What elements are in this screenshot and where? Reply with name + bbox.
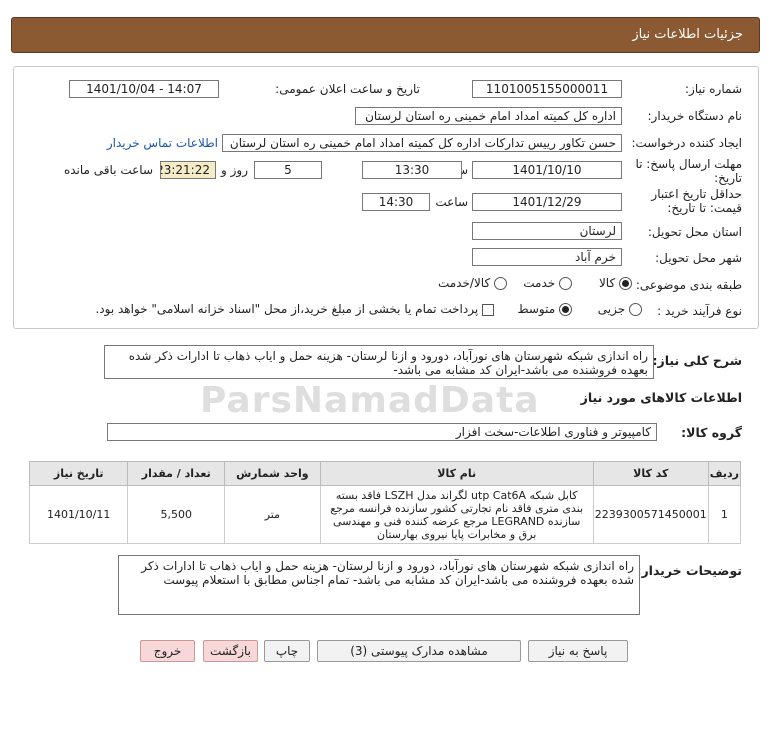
province-label: استان محل تحویل: (647, 225, 742, 239)
process-option-minor[interactable]: جزیی (598, 302, 642, 316)
buyer-contact-link[interactable]: اطلاعات تماس خریدار (107, 136, 218, 150)
creator-field: حسن تکاور رییس تدارکات اداره کل کمیته ام… (222, 134, 622, 152)
cell-unit: متر (224, 485, 321, 544)
creator-label: ایجاد کننده درخواست: (631, 136, 742, 150)
announce-field: 1401/10/04 - 14:07 (69, 80, 219, 98)
goods-section-title: اطلاعات کالاهای مورد نیاز (580, 390, 742, 405)
table-row: 1 2239300571450001 کابل شبکه utp Cat6A ل… (28, 485, 742, 544)
radio-selected-icon[interactable] (559, 303, 572, 316)
reply-deadline-label: مهلت ارسال پاسخ: تا (635, 157, 742, 171)
need-number-label: شماره نیاز: (685, 82, 742, 96)
print-button[interactable]: چاپ (264, 640, 310, 662)
summary-label: شرح کلی نیاز: (652, 353, 742, 368)
page-header: جزئیات اطلاعات نیاز (11, 17, 760, 53)
goods-table: ردیف کد کالا نام کالا واحد شمارش تعداد /… (28, 461, 742, 544)
category-label: طبقه بندی موضوعی: (635, 278, 742, 292)
remaining-time-field: 23:21:22 (160, 161, 216, 179)
col-row: ردیف (707, 461, 742, 486)
category-option-service[interactable]: خدمت (523, 276, 572, 290)
remaining-label: ساعت باقی مانده (63, 163, 153, 177)
back-button[interactable]: بازگشت (203, 640, 258, 662)
reply-deadline-label-2: تاریخ: (714, 171, 742, 185)
checkbox-icon[interactable] (482, 303, 494, 316)
col-code: کد کالا (592, 461, 709, 486)
page-title: جزئیات اطلاعات نیاز (632, 27, 743, 42)
radio-icon[interactable] (559, 277, 572, 290)
summary-text: راه اندازی شبکه شهرستان های نورآباد، دور… (104, 345, 654, 379)
buyer-org-label: نام دستگاه خریدار: (647, 109, 743, 123)
days-field: 5 (254, 161, 322, 179)
validity-label: حداقل تاریخ اعتبار (651, 187, 742, 201)
validity-date-field: 1401/12/29 (472, 193, 622, 211)
buyer-org-field: اداره کل کمیته امداد امام خمینی ره استان… (355, 107, 622, 125)
city-field: خرم آباد (472, 248, 622, 266)
cell-name: کابل شبکه utp Cat6A لگراند مدل LSZH فاقد… (319, 485, 594, 544)
reply-date-field: 1401/10/10 (472, 161, 622, 179)
category-option-goods-service[interactable]: کالا/خدمت (438, 276, 507, 290)
buyer-notes-label: توضیحات خریدار: (636, 563, 742, 578)
col-name: نام کالا (319, 461, 594, 486)
validity-time-field: 14:30 (362, 193, 430, 211)
reply-time-field: 13:30 (362, 161, 462, 179)
col-unit: واحد شمارش (224, 461, 321, 486)
cell-qty: 5,500 (127, 485, 226, 544)
cell-code: 2239300571450001 (592, 485, 709, 544)
days-label: روز و (221, 163, 248, 177)
radio-selected-icon[interactable] (619, 277, 632, 290)
treasury-payment-option[interactable]: پرداخت تمام یا بخشی از مبلغ خرید،از محل … (95, 302, 494, 316)
radio-icon[interactable] (494, 277, 507, 290)
process-option-medium[interactable]: متوسط (517, 302, 572, 316)
announce-label: تاریخ و ساعت اعلان عمومی: (275, 82, 420, 96)
category-option-goods[interactable]: کالا (599, 276, 632, 290)
watermark: ParsNamadData (200, 380, 540, 421)
process-label: نوع فرآیند خرید : (657, 304, 742, 318)
col-qty: تعداد / مقدار (127, 461, 226, 486)
radio-icon[interactable] (629, 303, 642, 316)
buyer-notes-text: راه اندازی شبکه شهرستان های نورآباد، دور… (118, 555, 640, 615)
exit-button[interactable]: خروج (140, 640, 195, 662)
cell-date: 1401/10/11 (28, 485, 129, 544)
city-label: شهر محل تحویل: (655, 251, 742, 265)
need-number-field: 1101005155000011 (472, 80, 622, 98)
province-field: لرستان (472, 222, 622, 240)
col-date: تاریخ نیاز (28, 461, 129, 486)
goods-group-field: کامپیوتر و فناوری اطلاعات-سخت افزار (107, 423, 657, 441)
reply-button[interactable]: پاسخ به نیاز (528, 640, 628, 662)
attachments-button[interactable]: مشاهده مدارک پیوستی (3) (317, 640, 521, 662)
goods-group-label: گروه کالا: (681, 425, 742, 440)
cell-row: 1 (707, 485, 742, 544)
validity-time-label: ساعت (435, 195, 468, 209)
validity-label-2: قیمت: تا تاریخ: (667, 201, 742, 215)
